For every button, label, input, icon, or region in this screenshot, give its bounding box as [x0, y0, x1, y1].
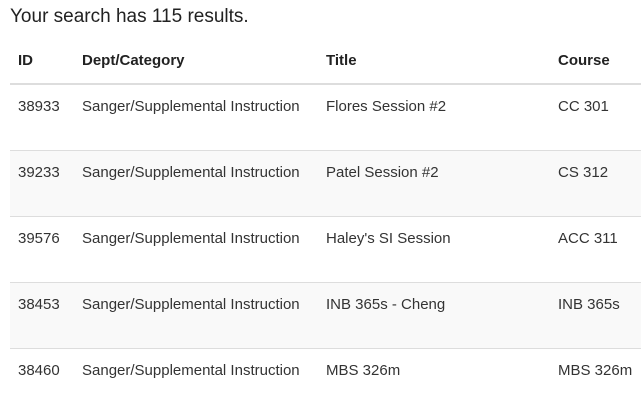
cell-dept-category: Sanger/Supplemental Instruction: [74, 283, 318, 349]
cell-id: 39233: [10, 151, 74, 217]
cell-course: MBS 326m: [550, 349, 641, 414]
cell-dept-category: Sanger/Supplemental Instruction: [74, 151, 318, 217]
cell-dept-category: Sanger/Supplemental Instruction: [74, 84, 318, 151]
column-header-course[interactable]: Course: [550, 38, 641, 84]
cell-id: 39576: [10, 217, 74, 283]
table-row[interactable]: 39576 Sanger/Supplemental Instruction Ha…: [10, 217, 641, 283]
cell-title: INB 365s - Cheng: [318, 283, 550, 349]
cell-course: CC 301: [550, 84, 641, 151]
results-table-header: ID Dept/Category Title Course: [10, 38, 641, 84]
cell-course: ACC 311: [550, 217, 641, 283]
cell-course: INB 365s: [550, 283, 641, 349]
cell-course: CS 312: [550, 151, 641, 217]
cell-title: Haley's SI Session: [318, 217, 550, 283]
column-header-dept-category[interactable]: Dept/Category: [74, 38, 318, 84]
results-table-body: 38933 Sanger/Supplemental Instruction Fl…: [10, 84, 641, 414]
cell-id: 38460: [10, 349, 74, 414]
cell-dept-category: Sanger/Supplemental Instruction: [74, 349, 318, 414]
header-row: ID Dept/Category Title Course: [10, 38, 641, 84]
cell-dept-category: Sanger/Supplemental Instruction: [74, 217, 318, 283]
cell-title: Patel Session #2: [318, 151, 550, 217]
cell-title: Flores Session #2: [318, 84, 550, 151]
cell-id: 38453: [10, 283, 74, 349]
results-count-heading: Your search has 115 results.: [10, 6, 249, 28]
column-header-title[interactable]: Title: [318, 38, 550, 84]
cell-id: 38933: [10, 84, 74, 151]
table-row[interactable]: 38933 Sanger/Supplemental Instruction Fl…: [10, 84, 641, 151]
table-row[interactable]: 38453 Sanger/Supplemental Instruction IN…: [10, 283, 641, 349]
column-header-id[interactable]: ID: [10, 38, 74, 84]
results-table: ID Dept/Category Title Course 38933 Sang…: [10, 38, 641, 414]
cell-title: MBS 326m: [318, 349, 550, 414]
table-row[interactable]: 38460 Sanger/Supplemental Instruction MB…: [10, 349, 641, 414]
table-row[interactable]: 39233 Sanger/Supplemental Instruction Pa…: [10, 151, 641, 217]
